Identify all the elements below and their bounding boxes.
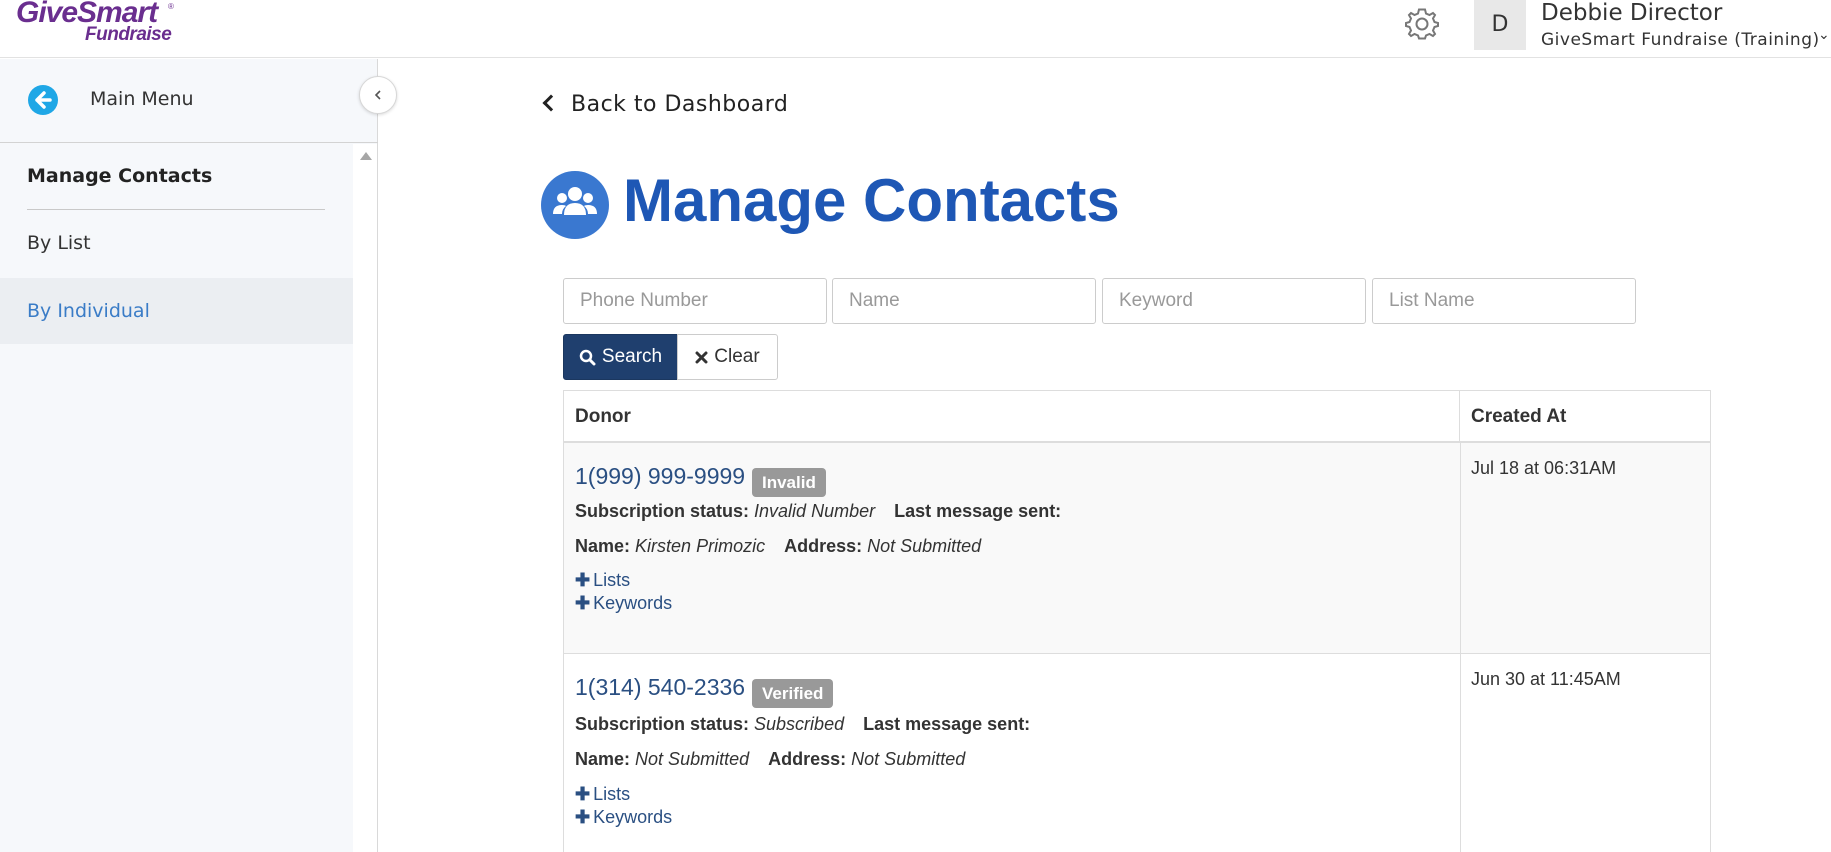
- list-name-input[interactable]: [1372, 278, 1636, 324]
- column-header-created-at[interactable]: Created At: [1460, 391, 1711, 443]
- donor-phone-link[interactable]: 1(314) 540-2336: [575, 674, 745, 701]
- address-label: Address:: [768, 749, 847, 769]
- plus-icon: ✚: [575, 593, 591, 613]
- lists-label: Lists: [593, 570, 631, 590]
- user-name[interactable]: Debbie Director: [1541, 0, 1722, 26]
- status-badge: Invalid: [752, 468, 826, 497]
- name-input[interactable]: [832, 278, 1096, 324]
- clear-button[interactable]: Clear: [677, 334, 778, 380]
- chevron-left-icon: [542, 94, 560, 112]
- arrow-left-circle-icon: [28, 85, 58, 115]
- page-title: Manage Contacts: [623, 167, 1120, 234]
- sidebar-section-title: Manage Contacts: [27, 165, 213, 187]
- name-address-line: Name: Kirsten Primozic Address: Not Subm…: [575, 536, 981, 557]
- address-value: Not Submitted: [851, 749, 966, 769]
- scroll-up-arrow-icon[interactable]: [360, 152, 372, 160]
- sidebar-item-by-individual[interactable]: By Individual: [0, 278, 353, 344]
- subscription-status-label: Subscription status:: [575, 501, 750, 521]
- contacts-table: Donor Created At 1(999) 999-9999 Invalid…: [563, 390, 1711, 852]
- avatar[interactable]: D: [1474, 0, 1526, 50]
- chevron-down-icon[interactable]: ⌄: [1818, 26, 1830, 43]
- created-at-value: Jul 18 at 06:31AM: [1471, 458, 1617, 478]
- name-value: Not Submitted: [635, 749, 750, 769]
- search-icon: [579, 349, 596, 365]
- column-header-donor[interactable]: Donor: [564, 391, 1460, 443]
- givesmart-logo[interactable]: GiveSmart ® Fundraise: [16, 0, 176, 50]
- keywords-label: Keywords: [593, 807, 673, 827]
- lists-toggle[interactable]: ✚ Lists: [575, 570, 630, 591]
- logo-subtext: Fundraise: [85, 24, 172, 45]
- sidebar-subnav: Manage Contacts By List By Individual: [0, 144, 353, 852]
- plus-icon: ✚: [575, 807, 591, 827]
- phone-number-input[interactable]: [563, 278, 827, 324]
- search-button-label: Search: [601, 346, 663, 367]
- close-icon: [695, 351, 708, 363]
- subscription-line: Subscription status: Subscribed Last mes…: [575, 714, 1030, 735]
- plus-icon: ✚: [575, 570, 591, 590]
- status-badge: Verified: [752, 679, 834, 708]
- sidebar: Main Menu Manage Contacts By List By Ind…: [0, 59, 378, 852]
- back-to-dashboard-label: Back to Dashboard: [571, 92, 789, 117]
- chevron-left-icon: [374, 90, 381, 100]
- collapse-sidebar-button[interactable]: [359, 76, 397, 114]
- name-label: Name:: [575, 536, 631, 556]
- user-organization[interactable]: GiveSmart Fundraise (Training): [1541, 30, 1820, 50]
- table-row: 1(314) 540-2336 Verified Subscription st…: [564, 654, 1710, 852]
- contacts-group-icon: [541, 171, 609, 239]
- subscription-status-label: Subscription status:: [575, 714, 750, 734]
- subscription-status-value: Subscribed: [754, 714, 845, 734]
- main-menu-link[interactable]: Main Menu: [0, 59, 378, 143]
- address-value: Not Submitted: [867, 536, 982, 556]
- plus-icon: ✚: [575, 784, 591, 804]
- lists-toggle[interactable]: ✚ Lists: [575, 784, 630, 805]
- logo-registered-mark: ®: [168, 2, 174, 11]
- last-message-label: Last message sent:: [894, 501, 1062, 521]
- donor-phone-link[interactable]: 1(999) 999-9999: [575, 463, 745, 490]
- clear-button-label: Clear: [714, 346, 760, 367]
- name-label: Name:: [575, 749, 631, 769]
- name-address-line: Name: Not Submitted Address: Not Submitt…: [575, 749, 965, 770]
- sidebar-scrollbar[interactable]: [353, 144, 377, 852]
- created-at-value: Jun 30 at 11:45AM: [1471, 669, 1621, 689]
- table-row: 1(999) 999-9999 Invalid Subscription sta…: [564, 443, 1710, 654]
- last-message-label: Last message sent:: [863, 714, 1031, 734]
- subscription-status-value: Invalid Number: [754, 501, 876, 521]
- keywords-toggle[interactable]: ✚ Keywords: [575, 807, 672, 828]
- back-to-dashboard-link[interactable]: Back to Dashboard: [541, 92, 788, 117]
- top-bar: GiveSmart ® Fundraise D Debbie Director …: [0, 0, 1831, 58]
- main-menu-label: Main Menu: [90, 88, 194, 110]
- keywords-label: Keywords: [593, 593, 673, 613]
- sidebar-item-by-list[interactable]: By List: [0, 210, 353, 276]
- keyword-input[interactable]: [1102, 278, 1366, 324]
- keywords-toggle[interactable]: ✚ Keywords: [575, 593, 672, 614]
- name-value: Kirsten Primozic: [635, 536, 766, 556]
- gear-icon[interactable]: [1404, 6, 1440, 42]
- address-label: Address:: [784, 536, 863, 556]
- search-button[interactable]: Search: [563, 334, 678, 380]
- subscription-line: Subscription status: Invalid Number Last…: [575, 501, 1061, 522]
- lists-label: Lists: [593, 784, 631, 804]
